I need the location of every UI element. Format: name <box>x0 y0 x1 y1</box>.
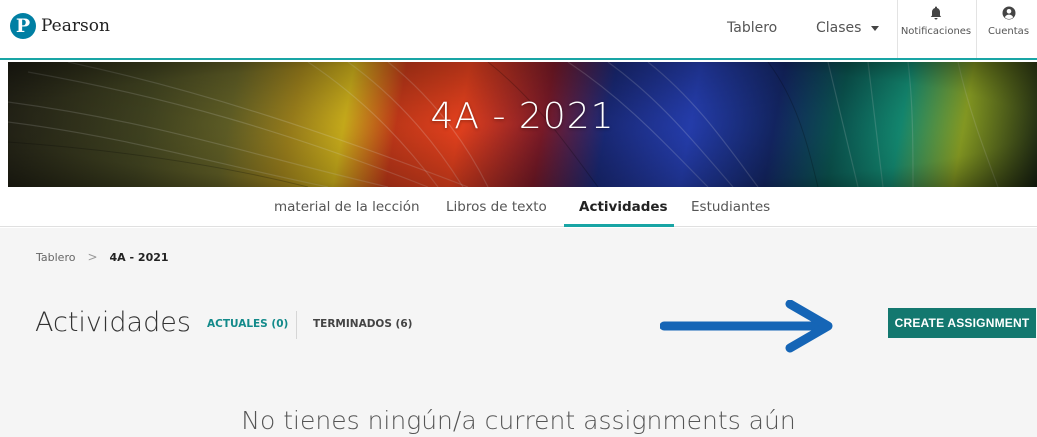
create-assignment-button[interactable]: CREATE ASSIGNMENT <box>888 308 1036 338</box>
main-content: Tablero > 4A - 2021 Actividades ACTUALES… <box>0 228 1037 437</box>
page-title: Actividades <box>35 307 191 338</box>
account-button[interactable]: Cuentas <box>980 6 1037 37</box>
tab-students[interactable]: Estudiantes <box>691 199 770 215</box>
chevron-down-icon <box>871 25 880 31</box>
pearson-logo-text: Pearson <box>41 16 110 36</box>
header-divider <box>897 0 898 58</box>
class-banner: 4A - 2021 <box>8 62 1037 187</box>
filter-current-assignments[interactable]: ACTUALES (0) <box>207 318 288 330</box>
filter-divider <box>296 311 297 339</box>
nav-classes-label: Clases <box>816 20 862 36</box>
breadcrumb-current: 4A - 2021 <box>109 250 169 264</box>
filter-completed-assignments[interactable]: TERMINADOS (6) <box>313 318 412 330</box>
nav-classes-dropdown[interactable]: Clases <box>816 20 880 36</box>
breadcrumb: Tablero > 4A - 2021 <box>36 250 169 264</box>
pearson-logo-mark: P <box>10 13 36 39</box>
class-title: 4A - 2021 <box>430 96 615 137</box>
tab-lesson-material[interactable]: material de la lección <box>274 199 420 215</box>
tab-activities[interactable]: Actividades <box>579 199 668 215</box>
tab-textbooks[interactable]: Libros de texto <box>446 199 547 215</box>
breadcrumb-dashboard-link[interactable]: Tablero <box>36 251 75 264</box>
active-tab-indicator <box>564 224 674 227</box>
nav-dashboard-link[interactable]: Tablero <box>727 20 777 36</box>
bell-icon <box>930 6 942 20</box>
header-divider <box>976 0 977 58</box>
empty-state-message: No tienes ningún/a current assignments a… <box>241 406 796 435</box>
top-header: P Pearson Tablero Clases Notificaciones … <box>0 0 1037 60</box>
notifications-label: Notificaciones <box>900 26 972 37</box>
account-label: Cuentas <box>987 26 1030 37</box>
notifications-button[interactable]: Notificaciones <box>900 6 972 37</box>
pointer-arrow-icon <box>660 300 833 353</box>
pearson-logo[interactable]: P Pearson <box>10 13 110 39</box>
account-icon <box>1002 6 1015 20</box>
breadcrumb-separator: > <box>87 250 98 264</box>
class-tabs: material de la lección Libros de texto A… <box>0 187 1037 227</box>
